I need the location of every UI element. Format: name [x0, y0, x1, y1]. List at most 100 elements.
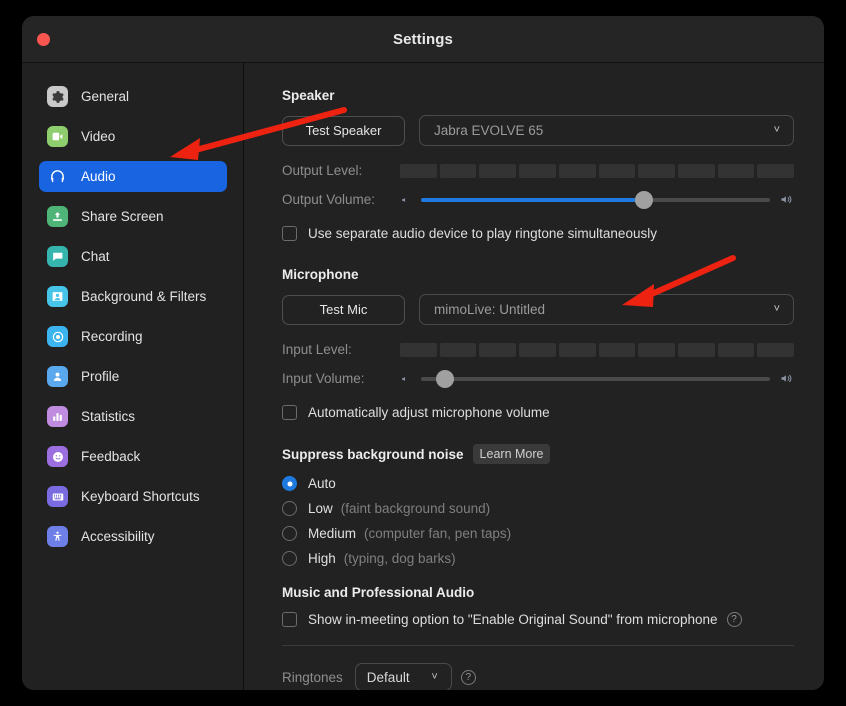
test-speaker-button[interactable]: Test Speaker: [282, 115, 405, 146]
original-sound-label: Show in-meeting option to "Enable Origin…: [308, 612, 718, 627]
radio-medium-hint: (computer fan, pen taps): [364, 526, 512, 541]
radio-low-label: Low: [308, 501, 333, 516]
radio-low[interactable]: [282, 501, 297, 516]
radio-auto-label: Auto: [308, 476, 336, 491]
separate-ringtone-device-row[interactable]: Use separate audio device to play ringto…: [282, 226, 794, 241]
input-volume-track[interactable]: [421, 369, 770, 388]
sidebar-item-background-filters[interactable]: Background & Filters: [39, 281, 227, 312]
window-body: General Video Audio Share Screen Chat Ba…: [22, 63, 824, 690]
input-volume-slider[interactable]: [400, 369, 794, 388]
accessibility-icon: [47, 526, 68, 547]
input-level-label: Input Level:: [282, 342, 352, 357]
input-level-row: Input Level:: [282, 342, 795, 357]
sidebar-item-share-screen[interactable]: Share Screen: [39, 201, 227, 232]
sidebar-item-label: General: [81, 89, 130, 104]
input-volume-row: Input Volume:: [282, 369, 794, 388]
test-mic-button[interactable]: Test Mic: [282, 294, 405, 325]
radio-auto[interactable]: [282, 476, 297, 491]
sidebar-item-keyboard-shortcuts[interactable]: Keyboard Shortcuts: [39, 481, 227, 512]
keyboard-icon: [47, 486, 68, 507]
sidebar-item-recording[interactable]: Recording: [39, 321, 227, 352]
separate-ringtone-label: Use separate audio device to play ringto…: [308, 226, 657, 241]
headphones-icon: [47, 166, 68, 187]
output-volume-knob[interactable]: [635, 190, 654, 209]
input-volume-knob[interactable]: [436, 369, 455, 388]
sidebar-item-profile[interactable]: Profile: [39, 361, 227, 392]
ringtones-dropdown[interactable]: Default ˅: [354, 663, 452, 690]
output-volume-fill: [421, 197, 645, 202]
radio-medium[interactable]: [282, 526, 297, 541]
microphone-device-dropdown[interactable]: mimoLive: Untitled ˅: [419, 294, 794, 325]
sidebar-item-label: Chat: [81, 249, 110, 264]
sidebar-item-audio[interactable]: Audio: [39, 161, 227, 192]
noise-option-high[interactable]: High (typing, dog barks): [282, 551, 794, 566]
output-volume-slider[interactable]: [400, 190, 794, 209]
output-volume-row: Output Volume:: [282, 190, 794, 209]
sidebar-item-accessibility[interactable]: Accessibility: [39, 521, 227, 552]
sidebar-item-label: Statistics: [81, 409, 136, 424]
sidebar-item-label: Share Screen: [81, 209, 164, 224]
output-volume-label: Output Volume:: [282, 192, 376, 207]
speaker-device-row: Test Speaker Jabra EVOLVE 65 ˅: [282, 115, 794, 146]
bar-chart-icon: [47, 406, 68, 427]
settings-sidebar: General Video Audio Share Screen Chat Ba…: [22, 63, 244, 690]
audio-settings-panel: Speaker Test Speaker Jabra EVOLVE 65 ˅ O…: [244, 63, 824, 690]
noise-option-medium[interactable]: Medium (computer fan, pen taps): [282, 526, 794, 541]
chevron-down-icon: ˅: [773, 124, 780, 136]
original-sound-checkbox[interactable]: [282, 612, 297, 627]
question-mark-icon[interactable]: ?: [460, 669, 476, 685]
original-sound-row[interactable]: Show in-meeting option to "Enable Origin…: [282, 612, 794, 627]
smiley-icon: [47, 446, 68, 467]
speaker-heading: Speaker: [282, 88, 335, 103]
record-icon: [47, 326, 68, 347]
section-divider: [282, 645, 794, 646]
speaker-low-icon: [400, 373, 412, 385]
microphone-heading: Microphone: [282, 267, 359, 282]
sidebar-item-label: Video: [81, 129, 116, 144]
sidebar-item-general[interactable]: General: [39, 81, 227, 112]
ringtones-value: Default: [366, 669, 410, 685]
window-titlebar: Settings: [22, 16, 824, 63]
ringtones-row: Ringtones Default ˅ ?: [282, 663, 794, 690]
settings-window: Settings General Video Audio Share Scree…: [22, 16, 824, 690]
sidebar-item-chat[interactable]: Chat: [39, 241, 227, 272]
sidebar-item-statistics[interactable]: Statistics: [39, 401, 227, 432]
separate-ringtone-checkbox[interactable]: [282, 226, 297, 241]
suppress-noise-heading-row: Suppress background noise Learn More: [282, 444, 794, 464]
noise-option-auto[interactable]: Auto: [282, 476, 794, 491]
question-mark-icon[interactable]: ?: [726, 612, 742, 627]
page-title: Settings: [393, 30, 453, 48]
speaker-high-icon: [779, 192, 794, 207]
output-volume-track[interactable]: [421, 190, 770, 209]
screenshot-root: Settings General Video Audio Share Scree…: [0, 0, 846, 706]
share-screen-icon: [47, 206, 68, 227]
radio-medium-label: Medium: [308, 526, 357, 541]
profile-icon: [47, 366, 68, 387]
speaker-low-icon: [400, 194, 412, 206]
sidebar-item-label: Accessibility: [81, 529, 155, 544]
chevron-down-icon: ˅: [773, 303, 780, 315]
gear-icon: [47, 86, 68, 107]
suppress-noise-heading: Suppress background noise: [282, 446, 464, 462]
music-audio-heading: Music and Professional Audio: [282, 585, 475, 600]
output-level-meter: [400, 163, 795, 178]
auto-adjust-mic-row[interactable]: Automatically adjust microphone volume: [282, 405, 794, 420]
sidebar-item-label: Audio: [81, 169, 116, 184]
sidebar-item-label: Profile: [81, 369, 120, 384]
video-camera-icon: [47, 126, 68, 147]
sidebar-item-feedback[interactable]: Feedback: [39, 441, 227, 472]
sidebar-item-label: Keyboard Shortcuts: [81, 489, 200, 504]
output-level-row: Output Level:: [282, 163, 795, 178]
auto-adjust-mic-label: Automatically adjust microphone volume: [308, 405, 550, 420]
chevron-down-icon: ˅: [431, 670, 438, 683]
sidebar-item-label: Background & Filters: [81, 289, 207, 304]
learn-more-button[interactable]: Learn More: [472, 444, 551, 464]
output-level-label: Output Level:: [282, 163, 363, 178]
auto-adjust-mic-checkbox[interactable]: [282, 405, 297, 420]
radio-high-label: High: [308, 551, 336, 566]
sidebar-item-video[interactable]: Video: [39, 121, 227, 152]
noise-option-low[interactable]: Low (faint background sound): [282, 501, 794, 516]
sidebar-item-label: Recording: [81, 329, 143, 344]
radio-high[interactable]: [282, 551, 297, 566]
speaker-device-dropdown[interactable]: Jabra EVOLVE 65 ˅: [419, 115, 794, 146]
